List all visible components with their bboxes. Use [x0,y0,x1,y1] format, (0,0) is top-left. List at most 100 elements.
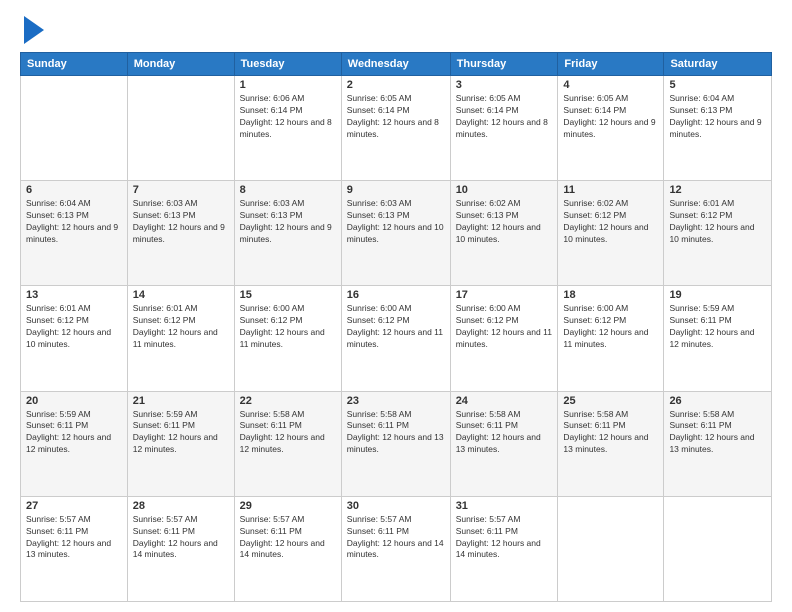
day-info: Sunrise: 5:57 AMSunset: 6:11 PMDaylight:… [347,514,445,562]
calendar-week-row: 13 Sunrise: 6:01 AMSunset: 6:12 PMDayligh… [21,286,772,391]
calendar-cell: 1Sunrise: 6:06 AMSunset: 6:14 PMDaylight… [234,76,341,181]
day-info: Sunrise: 6:02 AMSunset: 6:12 PMDaylight:… [563,198,658,246]
day-info: Sunrise: 6:04 AMSunset: 6:13 PMDaylight:… [669,93,766,141]
header [20,16,772,44]
day-info: Sunrise: 5:58 AMSunset: 6:11 PMDaylight:… [456,409,553,457]
day-info: Sunrise: 6:02 AMSunset: 6:13 PMDaylight:… [456,198,553,246]
calendar-cell: 24 Sunrise: 5:58 AMSunset: 6:11 PMDayligh… [450,391,558,496]
calendar-cell: 31 Sunrise: 5:57 AMSunset: 6:11 PMDayligh… [450,496,558,601]
day-info: Sunrise: 5:58 AMSunset: 6:11 PMDaylight:… [240,409,336,457]
day-number: 10 [456,184,553,196]
calendar-cell: 13 Sunrise: 6:01 AMSunset: 6:12 PMDayligh… [21,286,128,391]
day-info: Sunrise: 5:57 AMSunset: 6:11 PMDaylight:… [240,514,336,562]
calendar-cell: 28Sunrise: 5:57 AMSunset: 6:11 PMDayligh… [127,496,234,601]
day-info: Sunrise: 6:00 AMSunset: 6:12 PMDaylight:… [563,303,658,351]
calendar-cell: 25Sunrise: 5:58 AMSunset: 6:11 PMDayligh… [558,391,664,496]
day-number: 17 [456,289,553,301]
day-number: 27 [26,500,122,512]
day-number: 11 [563,184,658,196]
calendar-cell: 7Sunrise: 6:03 AMSunset: 6:13 PMDaylight… [127,181,234,286]
calendar-header-row: SundayMondayTuesdayWednesdayThursdayFrid… [21,53,772,76]
calendar-cell: 22 Sunrise: 5:58 AMSunset: 6:11 PMDayligh… [234,391,341,496]
calendar-cell: 4 Sunrise: 6:05 AMSunset: 6:14 PMDaylight… [558,76,664,181]
day-info: Sunrise: 6:00 AMSunset: 6:12 PMDaylight:… [240,303,336,351]
day-info: Sunrise: 6:01 AMSunset: 6:12 PMDaylight:… [26,303,122,351]
day-info: Sunrise: 6:05 AMSunset: 6:14 PMDaylight:… [456,93,553,141]
day-number: 5 [669,79,766,91]
day-number: 2 [347,79,445,91]
calendar-cell [127,76,234,181]
calendar-cell: 5 Sunrise: 6:04 AMSunset: 6:13 PMDaylight… [664,76,772,181]
calendar-cell: 19Sunrise: 5:59 AMSunset: 6:11 PMDayligh… [664,286,772,391]
day-info: Sunrise: 5:58 AMSunset: 6:11 PMDaylight:… [347,409,445,457]
calendar-cell: 12Sunrise: 6:01 AMSunset: 6:12 PMDayligh… [664,181,772,286]
day-number: 29 [240,500,336,512]
calendar-weekday-header: Saturday [664,53,772,76]
calendar-cell: 20 Sunrise: 5:59 AMSunset: 6:11 PMDayligh… [21,391,128,496]
day-number: 9 [347,184,445,196]
calendar-week-row: 6 Sunrise: 6:04 AMSunset: 6:13 PMDaylight… [21,181,772,286]
day-info: Sunrise: 6:01 AMSunset: 6:12 PMDaylight:… [133,303,229,351]
calendar-cell: 26 Sunrise: 5:58 AMSunset: 6:11 PMDayligh… [664,391,772,496]
calendar-cell: 14 Sunrise: 6:01 AMSunset: 6:12 PMDayligh… [127,286,234,391]
calendar-cell: 21 Sunrise: 5:59 AMSunset: 6:11 PMDayligh… [127,391,234,496]
day-number: 22 [240,395,336,407]
day-number: 3 [456,79,553,91]
calendar-cell [21,76,128,181]
day-number: 15 [240,289,336,301]
calendar-cell: 18Sunrise: 6:00 AMSunset: 6:12 PMDayligh… [558,286,664,391]
day-info: Sunrise: 6:05 AMSunset: 6:14 PMDaylight:… [347,93,445,141]
day-number: 7 [133,184,229,196]
day-number: 26 [669,395,766,407]
calendar-cell: 23 Sunrise: 5:58 AMSunset: 6:11 PMDayligh… [341,391,450,496]
day-number: 4 [563,79,658,91]
calendar-week-row: 20 Sunrise: 5:59 AMSunset: 6:11 PMDayligh… [21,391,772,496]
day-info: Sunrise: 6:00 AMSunset: 6:12 PMDaylight:… [456,303,553,351]
day-info: Sunrise: 6:04 AMSunset: 6:13 PMDaylight:… [26,198,122,246]
calendar-cell: 11 Sunrise: 6:02 AMSunset: 6:12 PMDayligh… [558,181,664,286]
calendar-cell: 9 Sunrise: 6:03 AMSunset: 6:13 PMDaylight… [341,181,450,286]
calendar-cell [558,496,664,601]
day-info: Sunrise: 6:03 AMSunset: 6:13 PMDaylight:… [240,198,336,246]
calendar-cell: 8 Sunrise: 6:03 AMSunset: 6:13 PMDaylight… [234,181,341,286]
day-info: Sunrise: 6:00 AMSunset: 6:12 PMDaylight:… [347,303,445,351]
day-info: Sunrise: 5:57 AMSunset: 6:11 PMDaylight:… [26,514,122,562]
calendar-cell: 6 Sunrise: 6:04 AMSunset: 6:13 PMDaylight… [21,181,128,286]
calendar-cell: 16 Sunrise: 6:00 AMSunset: 6:12 PMDayligh… [341,286,450,391]
day-info: Sunrise: 6:05 AMSunset: 6:14 PMDaylight:… [563,93,658,141]
calendar-weekday-header: Friday [558,53,664,76]
calendar-cell: 27 Sunrise: 5:57 AMSunset: 6:11 PMDayligh… [21,496,128,601]
calendar-cell: 2 Sunrise: 6:05 AMSunset: 6:14 PMDaylight… [341,76,450,181]
day-number: 23 [347,395,445,407]
calendar-cell: 29 Sunrise: 5:57 AMSunset: 6:11 PMDayligh… [234,496,341,601]
day-info: Sunrise: 5:59 AMSunset: 6:11 PMDaylight:… [26,409,122,457]
day-number: 1 [240,79,336,91]
calendar-week-row: 1Sunrise: 6:06 AMSunset: 6:14 PMDaylight… [21,76,772,181]
day-info: Sunrise: 5:58 AMSunset: 6:11 PMDaylight:… [669,409,766,457]
day-number: 6 [26,184,122,196]
calendar-cell: 30 Sunrise: 5:57 AMSunset: 6:11 PMDayligh… [341,496,450,601]
day-number: 13 [26,289,122,301]
day-number: 20 [26,395,122,407]
day-number: 24 [456,395,553,407]
logo [20,16,44,44]
calendar-week-row: 27 Sunrise: 5:57 AMSunset: 6:11 PMDayligh… [21,496,772,601]
day-number: 28 [133,500,229,512]
calendar-cell: 3 Sunrise: 6:05 AMSunset: 6:14 PMDaylight… [450,76,558,181]
day-info: Sunrise: 6:03 AMSunset: 6:13 PMDaylight:… [347,198,445,246]
day-number: 8 [240,184,336,196]
day-info: Sunrise: 5:58 AMSunset: 6:11 PMDaylight:… [563,409,658,457]
calendar-weekday-header: Monday [127,53,234,76]
day-number: 21 [133,395,229,407]
day-number: 14 [133,289,229,301]
calendar-cell: 10 Sunrise: 6:02 AMSunset: 6:13 PMDayligh… [450,181,558,286]
day-number: 30 [347,500,445,512]
day-number: 31 [456,500,553,512]
logo-triangle-icon [24,16,44,44]
day-number: 16 [347,289,445,301]
calendar-weekday-header: Thursday [450,53,558,76]
day-info: Sunrise: 5:59 AMSunset: 6:11 PMDaylight:… [133,409,229,457]
day-info: Sunrise: 5:57 AMSunset: 6:11 PMDaylight:… [456,514,553,562]
calendar-cell [664,496,772,601]
calendar-cell: 17 Sunrise: 6:00 AMSunset: 6:12 PMDayligh… [450,286,558,391]
